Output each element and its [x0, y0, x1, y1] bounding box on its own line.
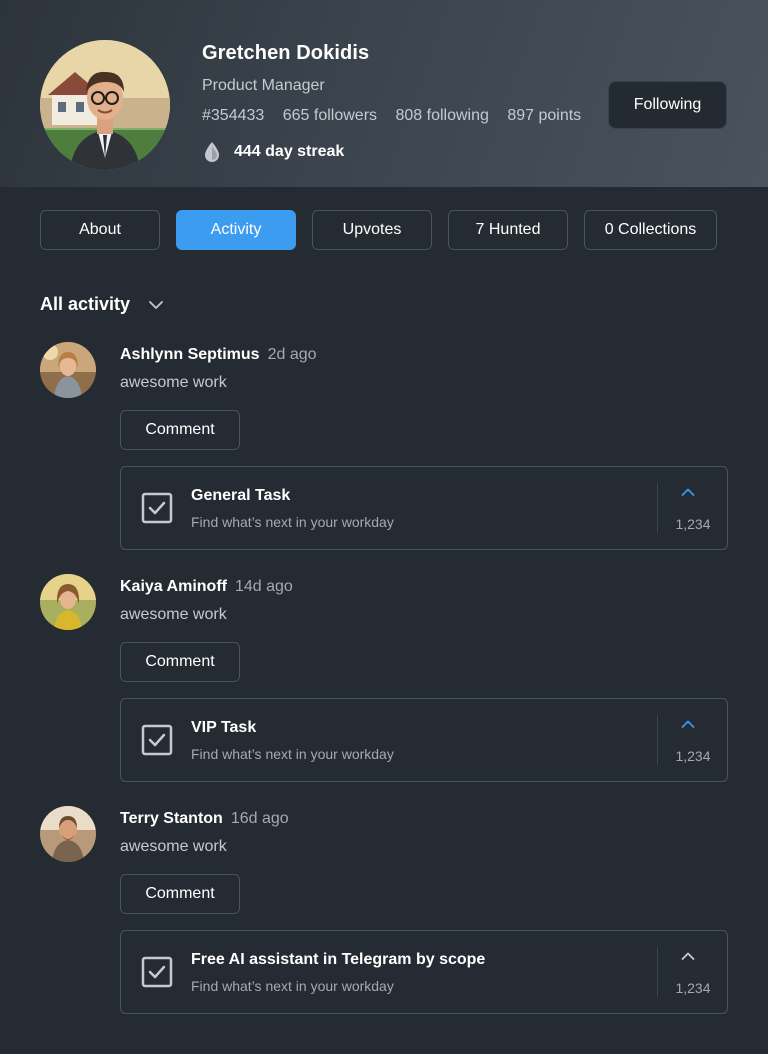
tab-about[interactable]: About [40, 210, 160, 250]
author-name[interactable]: Kaiya Aminoff [120, 578, 227, 595]
author-name[interactable]: Terry Stanton [120, 810, 223, 827]
activity-message: awesome work [120, 838, 227, 855]
activity-item: Kaiya Aminoff 14d ago awesome work Commen… [0, 574, 768, 784]
upvote-count: 1,234 [675, 748, 711, 764]
tab-collections[interactable]: 0 Collections [584, 210, 717, 250]
activity-author[interactable]: Ashlynn Septimus 2d ago [120, 346, 317, 364]
activity-author[interactable]: Kaiya Aminoff 14d ago [120, 578, 293, 596]
author-name[interactable]: Ashlynn Septimus [120, 346, 260, 363]
product-card[interactable]: General Task Find what’s next in your wo… [120, 466, 728, 550]
comment-button[interactable]: Comment [120, 642, 240, 682]
tab-hunted[interactable]: 7 Hunted [448, 210, 568, 250]
card-divider [657, 715, 658, 765]
profile-id: #354433 [202, 107, 265, 124]
streak: 444 day streak [202, 140, 344, 164]
chevron-up-icon[interactable] [681, 719, 695, 729]
card-divider [657, 483, 658, 533]
product-subtitle: Find what’s next in your workday [191, 746, 394, 762]
profile-header: Gretchen Dokidis Product Manager #354433… [0, 0, 768, 187]
avatar[interactable] [40, 574, 96, 630]
tab-upvotes[interactable]: Upvotes [312, 210, 432, 250]
activity-time: 14d ago [234, 578, 293, 595]
card-divider [657, 947, 658, 997]
product-card[interactable]: VIP Task Find what’s next in your workda… [120, 698, 728, 782]
product-subtitle: Find what’s next in your workday [191, 978, 394, 994]
following-button[interactable]: Following [608, 81, 727, 129]
tab-activity[interactable]: Activity [176, 210, 296, 250]
chevron-down-icon [149, 300, 163, 309]
checkbox-icon [141, 492, 173, 524]
product-title: VIP Task [191, 719, 257, 736]
activity-message: awesome work [120, 374, 227, 391]
chevron-up-icon[interactable] [681, 487, 695, 497]
chevron-up-icon[interactable] [681, 951, 695, 961]
comment-button[interactable]: Comment [120, 410, 240, 450]
upvote-count: 1,234 [675, 980, 711, 996]
profile-stats: #354433 665 followers 808 following 897 … [202, 107, 608, 125]
product-card[interactable]: Free AI assistant in Telegram by scope F… [120, 930, 728, 1014]
product-title: Free AI assistant in Telegram by scope [191, 951, 486, 968]
activity-message: awesome work [120, 606, 227, 623]
points-count: 897 points [507, 107, 582, 124]
checkbox-icon [141, 956, 173, 988]
upvote-count: 1,234 [675, 516, 711, 532]
product-subtitle: Find what’s next in your workday [191, 514, 394, 530]
activity-filter[interactable]: All activity [40, 294, 164, 315]
comment-button[interactable]: Comment [120, 874, 240, 914]
activity-time: 16d ago [230, 810, 289, 827]
product-title: General Task [191, 487, 291, 504]
profile-avatar [40, 40, 170, 170]
avatar[interactable] [40, 342, 96, 398]
activity-item: Terry Stanton 16d ago awesome work Commen… [0, 806, 768, 1016]
activity-time: 2d ago [267, 346, 317, 363]
drop-icon [205, 142, 219, 162]
following-count[interactable]: 808 following [395, 107, 488, 124]
profile-name: Gretchen Dokidis [202, 42, 370, 64]
streak-label: 444 day streak [234, 143, 345, 160]
activity-author[interactable]: Terry Stanton 16d ago [120, 810, 289, 828]
avatar[interactable] [40, 806, 96, 862]
activity-item: Ashlynn Septimus 2d ago awesome work Comm… [0, 342, 768, 552]
checkbox-icon [141, 724, 173, 756]
followers-count[interactable]: 665 followers [283, 107, 377, 124]
activity-filter-label: All activity [40, 294, 131, 314]
profile-role: Product Manager [202, 77, 325, 94]
